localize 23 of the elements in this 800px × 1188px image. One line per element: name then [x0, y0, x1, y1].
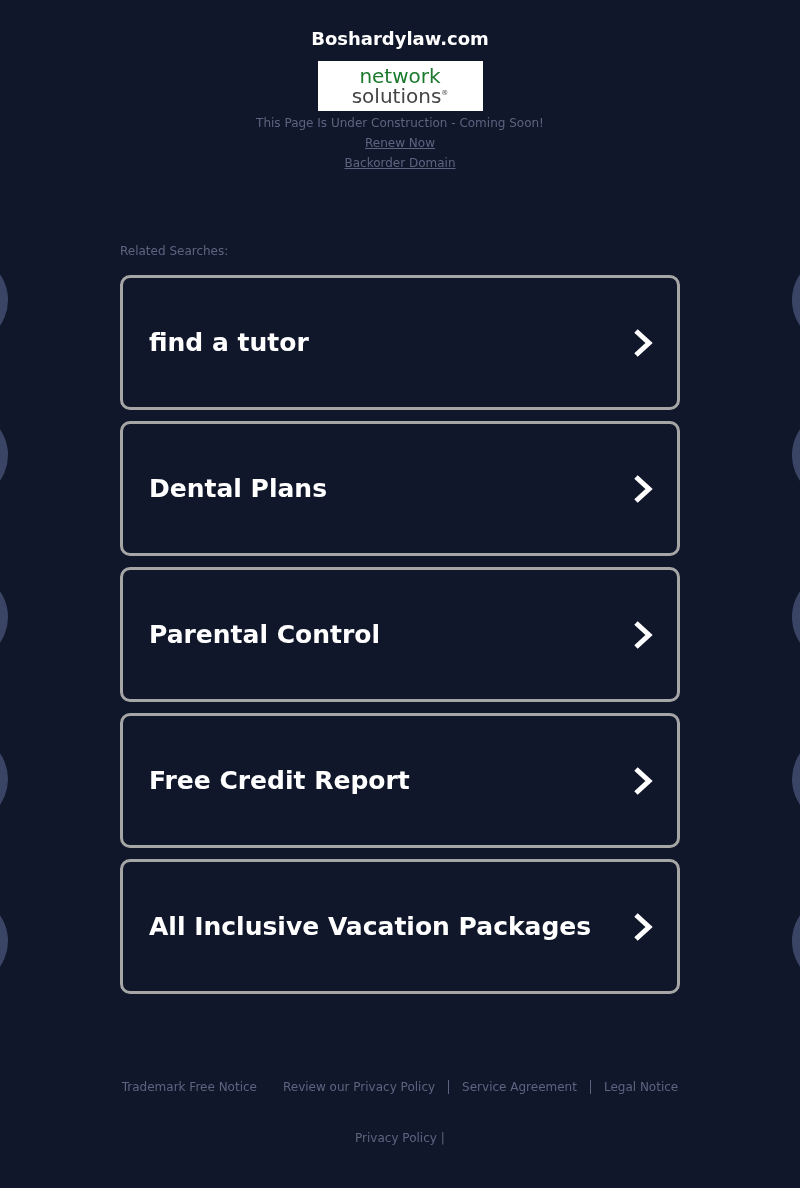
search-card[interactable]: Free Credit Report — [120, 713, 680, 848]
search-card[interactable]: All Inclusive Vacation Packages — [120, 859, 680, 994]
footer-link[interactable]: Legal Notice — [589, 1080, 692, 1094]
site-title: Boshardylaw.com — [311, 28, 489, 50]
chevron-right-icon — [633, 911, 653, 942]
chevron-right-icon — [633, 619, 653, 650]
footer-link[interactable]: Review our Privacy Policy — [270, 1080, 449, 1094]
notice-text: This Page Is Under Construction - Coming Soon! — [256, 116, 544, 130]
logo-text: network — [359, 67, 441, 85]
search-card[interactable]: Parental Control — [120, 567, 680, 702]
link[interactable]: Backorder Domain — [344, 156, 456, 170]
chevron-right-icon — [633, 765, 653, 796]
link[interactable]: Renew Now — [365, 136, 435, 150]
chevron-right-icon — [633, 473, 653, 504]
footer-link[interactable]: Trademark Free Notice — [108, 1080, 270, 1094]
separator-text: | — [440, 1131, 445, 1145]
footer-link[interactable]: Service Agreement — [448, 1080, 590, 1094]
privacy-link[interactable]: Privacy Policy — [355, 1131, 437, 1145]
chevron-right-icon — [633, 327, 653, 358]
search-card[interactable]: Dental Plans — [120, 421, 680, 556]
search-card[interactable]: find a tutor — [120, 275, 680, 410]
related-searches-label: Related Searches: — [120, 244, 230, 258]
logo-text: solutions$^{®}$ — [351, 84, 449, 105]
